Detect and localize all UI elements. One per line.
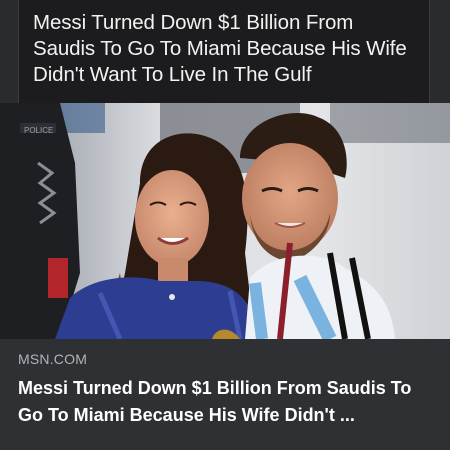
post-caption-area: Messi Turned Down $1 Billion From Saudis… — [18, 0, 430, 103]
link-source-domain: MSN.COM — [18, 351, 88, 367]
link-preview-title[interactable]: Messi Turned Down $1 Billion From Saudis… — [18, 375, 434, 429]
photo-illustration: POLICE — [0, 103, 450, 339]
post-caption: Messi Turned Down $1 Billion From Saudis… — [33, 11, 407, 86]
link-preview-card[interactable]: MSN.COM Messi Turned Down $1 Billion Fro… — [0, 339, 450, 450]
svg-text:POLICE: POLICE — [24, 126, 53, 135]
link-preview-image[interactable]: POLICE — [0, 103, 450, 339]
post-frame: Messi Turned Down $1 Billion From Saudis… — [0, 0, 450, 450]
